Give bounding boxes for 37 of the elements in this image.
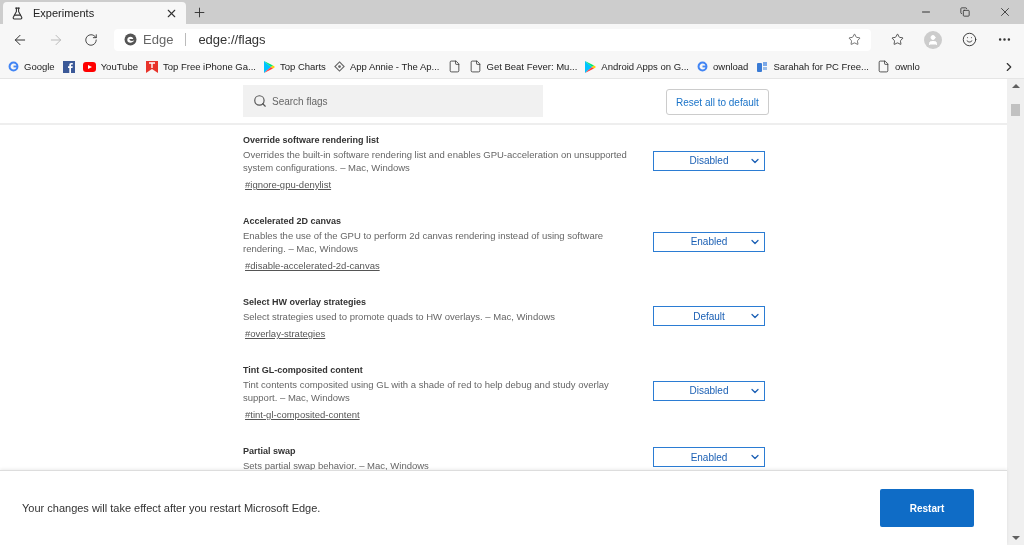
flag-title: Tint GL-composited content bbox=[243, 365, 364, 375]
reset-button[interactable]: Reset all to default bbox=[666, 89, 769, 115]
bookmark-link[interactable]: ownload bbox=[713, 61, 749, 72]
flag-description: Select strategies used to promote quads to HW overlays. – Mac, Windows bbox=[243, 310, 557, 323]
flag-dropdown[interactable]: Disabled bbox=[653, 150, 765, 171]
search-field[interactable]: Search flags bbox=[243, 85, 543, 117]
flag-dropdown[interactable]: Default bbox=[653, 306, 765, 326]
flag-description: Tint contents composited using GL with a shade of red to help debug and study overlay support. – Mac, Windows bbox=[243, 378, 610, 404]
flag-link[interactable]: #tint-gl-composited-content bbox=[245, 409, 643, 420]
bookmark-link[interactable]: App Annie - The Ap... bbox=[349, 61, 440, 72]
address-bar[interactable]: Edge edge://flags bbox=[114, 28, 872, 51]
restart-button[interactable]: Restart bbox=[880, 489, 974, 527]
flag-description: Enables the use of the GPU to perform 2d canvas rendering instead of using software rendering. – Mac, Windows bbox=[243, 229, 605, 255]
flag-title: Accelerated 2D canvas bbox=[243, 216, 343, 226]
flag-description: Sets partial swap behavior. – Mac, Windows bbox=[243, 459, 430, 472]
bookmark-link[interactable]: Get Beat Fever: Mu... bbox=[486, 61, 578, 72]
flag-dropdown[interactable]: Enabled bbox=[653, 231, 765, 252]
bookmark-link[interactable]: Android Apps on G... bbox=[601, 61, 689, 72]
flag-description: Overrides the built-in software rendering list and enables GPU-acceleration on unsupported system configurations. – Mac, Windows bbox=[243, 148, 628, 174]
bookmark-link[interactable]: Top Charts bbox=[279, 61, 326, 72]
flag-dropdown[interactable]: Disabled bbox=[653, 380, 765, 401]
bookmark-link[interactable]: ownlo bbox=[894, 61, 920, 72]
url-text: edge://flags bbox=[198, 32, 266, 47]
browser-tab[interactable]: Experiments bbox=[3, 2, 186, 24]
bookmark-link[interactable]: Top Free iPhone Ga... bbox=[163, 61, 256, 72]
restart-message: Your changes will take effect after you restart Microsoft Edge. bbox=[22, 502, 321, 514]
bookmark-link[interactable]: Sarahah for PC Free... bbox=[773, 61, 869, 72]
flag-title: Partial swap bbox=[243, 446, 297, 456]
flag-dropdown[interactable]: Enabled bbox=[653, 447, 765, 467]
flag-link[interactable]: #ignore-gpu-denylist bbox=[245, 179, 643, 190]
flag-link[interactable]: #overlay-strategies bbox=[245, 328, 643, 339]
bookmark-link[interactable]: YouTube bbox=[100, 61, 138, 72]
site-label: Edge bbox=[143, 32, 174, 47]
flag-title: Override software rendering list bbox=[243, 135, 381, 145]
bookmark-link[interactable]: Google bbox=[24, 61, 55, 72]
flag-title: Select HW overlay strategies bbox=[243, 297, 368, 307]
flag-link[interactable]: #disable-accelerated-2d-canvas bbox=[245, 260, 643, 271]
